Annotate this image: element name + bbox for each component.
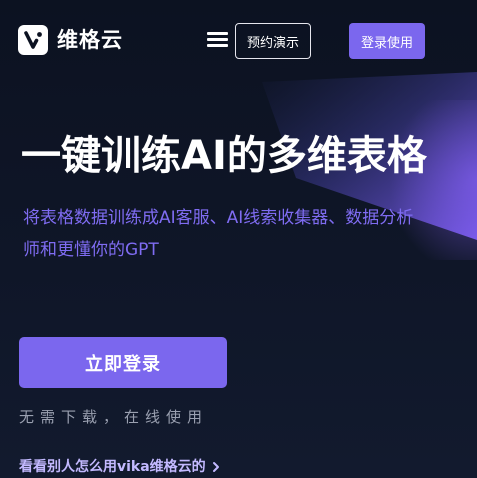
hero-title: 一键训练AI的多维表格 (21, 133, 427, 179)
login-button[interactable]: 登录使用 (349, 23, 425, 59)
chevron-right-icon (212, 462, 219, 472)
top-navigation-bar: 维格云 预约演示 登录使用 (0, 0, 477, 80)
menu-icon-line (207, 32, 228, 35)
menu-icon-line (207, 44, 228, 47)
no-download-note: 无需下载，在线使用 (19, 408, 209, 426)
hamburger-menu-icon[interactable] (207, 31, 228, 49)
customer-cases-link[interactable]: 看看别人怎么用vika维格云的 (19, 456, 221, 478)
hero-subtitle: 将表格数据训练成AI客服、AI线索收集器、数据分析师和更懂你的GPT (23, 208, 414, 260)
brand-logo[interactable]: 维格云 (18, 25, 123, 55)
landing-page: 维格云 预约演示 登录使用 一键训练AI的多维表格 将表格数据训练成AI客服、A… (0, 0, 477, 478)
customer-cases-link-label: 看看别人怎么用vika维格云的 (19, 459, 206, 475)
book-demo-button[interactable]: 预约演示 (235, 23, 311, 59)
login-now-button[interactable]: 立即登录 (19, 337, 227, 388)
menu-icon-line (207, 38, 228, 41)
vika-logo-icon (18, 25, 48, 55)
logo-text: 维格云 (57, 28, 123, 52)
